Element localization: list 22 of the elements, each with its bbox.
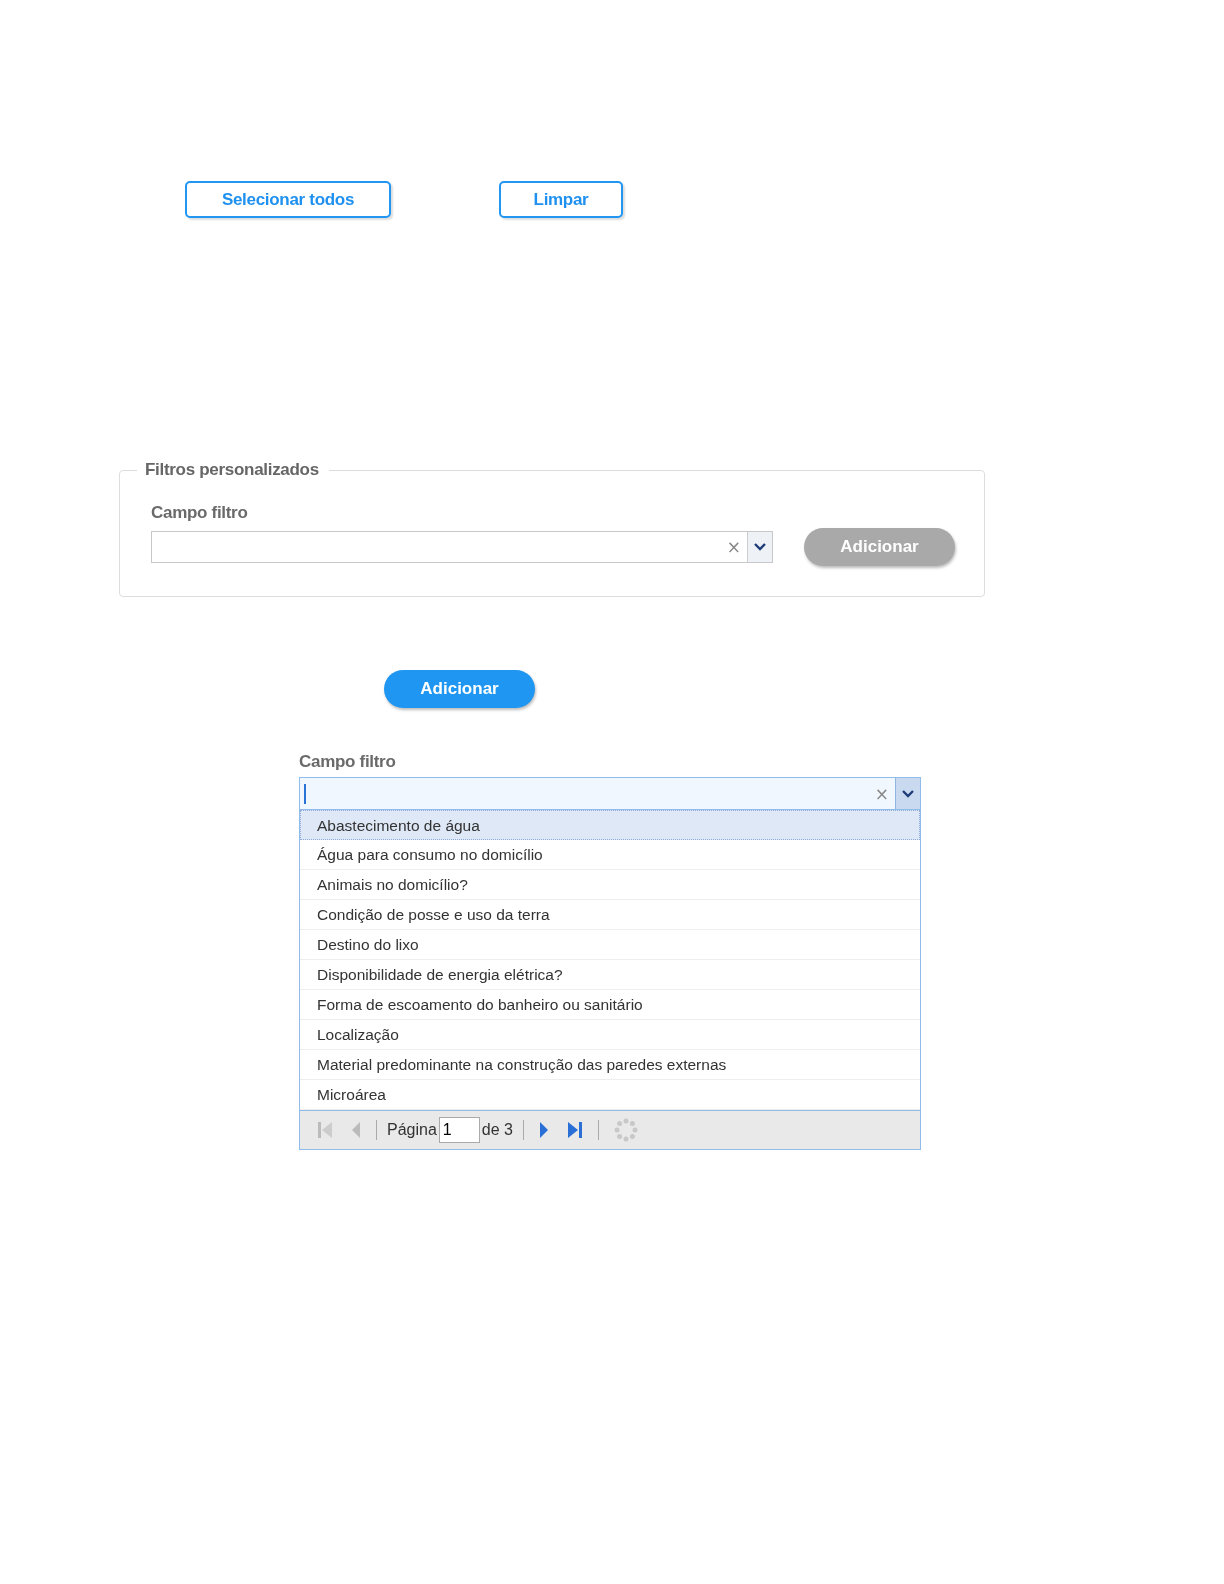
chevron-down-icon[interactable]	[902, 789, 914, 798]
text-cursor	[304, 783, 306, 804]
dropdown-option[interactable]: Material predominante na construção das paredes externas	[300, 1050, 920, 1080]
chevron-down-icon[interactable]	[754, 543, 766, 551]
dropdown-option[interactable]: Forma de escoamento do banheiro ou sanitário	[300, 990, 920, 1020]
dropdown-option[interactable]: Destino do lixo	[300, 930, 920, 960]
dropdown-option[interactable]: Condição de posse e uso da terra	[300, 900, 920, 930]
dropdown-option[interactable]: Localização	[300, 1020, 920, 1050]
field-label: Campo filtro	[151, 503, 249, 523]
dropdown-option[interactable]: Animais no domicílio?	[300, 870, 920, 900]
dropdown-option[interactable]: Disponibilidade de energia elétrica?	[300, 960, 920, 990]
page-label: Página	[387, 1121, 437, 1139]
field-label: Campo filtro	[299, 752, 397, 772]
dropdown-option[interactable]: Abastecimento de água	[300, 810, 920, 840]
panel-legend: Filtros personalizados	[137, 460, 329, 480]
page-input[interactable]: 1	[438, 1117, 480, 1143]
dropdown-trigger[interactable]	[895, 778, 920, 809]
dropdown-option[interactable]: Água para consumo no domicílio	[300, 840, 920, 870]
clear-icon[interactable]: ×	[720, 537, 747, 557]
filter-combo[interactable]: ×	[151, 531, 773, 563]
page-count: de 3	[481, 1121, 513, 1139]
dropdown-trigger[interactable]	[747, 532, 772, 562]
